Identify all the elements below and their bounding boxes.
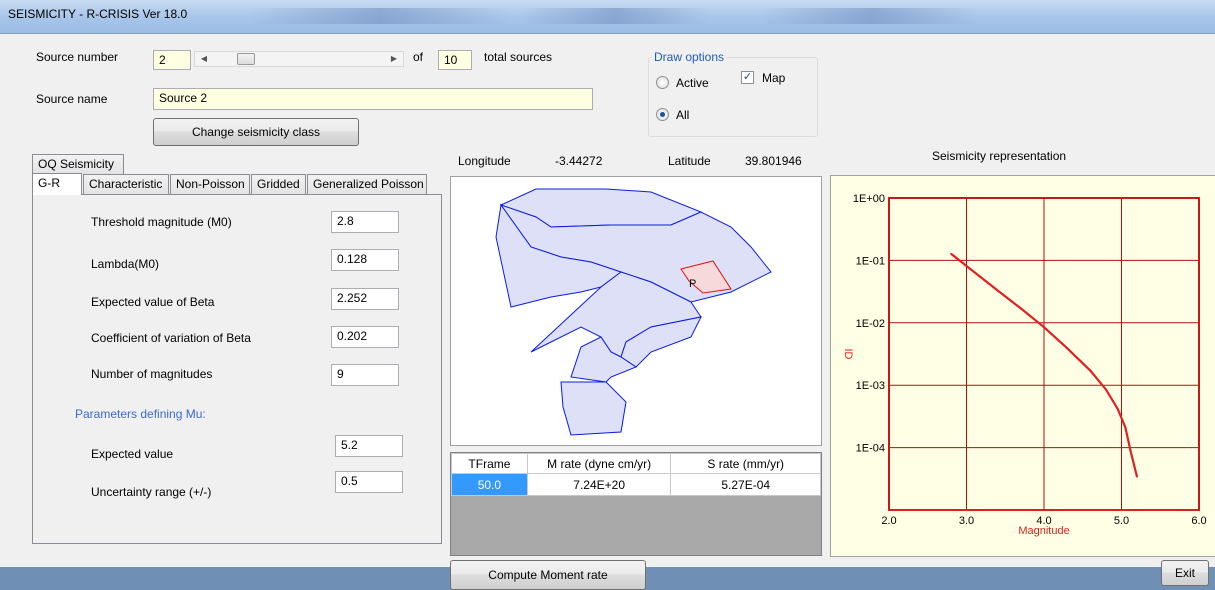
lambda-label: Lambda(M0) (91, 257, 160, 271)
source-map[interactable]: P (450, 176, 822, 446)
tab-generalized-poisson[interactable]: Generalized Poisson (307, 174, 427, 194)
window-title: SEISMICITY - R-CRISIS Ver 18.0 (8, 7, 188, 21)
source-number-field[interactable]: 2 (153, 50, 191, 70)
of-label: of (413, 50, 424, 64)
map-source-polygon (560, 381, 627, 436)
change-seismicity-class-button[interactable]: Change seismicity class (153, 118, 359, 146)
client-area: Source number 2 ◀ ▶ of 10 total sources … (8, 34, 1215, 590)
beta-cov-field[interactable]: 0.202 (331, 326, 399, 348)
mu-parameters-header: Parameters defining Mu: (75, 407, 206, 421)
y-tick-label: 1E-04 (856, 443, 885, 455)
source-number-label: Source number (36, 50, 119, 64)
table-header-row: TFrame M rate (dyne cm/yr) S rate (mm/yr… (451, 453, 821, 474)
y-tick-label: 1E-01 (856, 255, 885, 267)
draw-options-title: Draw options (652, 50, 727, 64)
total-sources-label: total sources (484, 50, 553, 64)
draw-options-group (648, 57, 818, 137)
latitude-label: Latitude (668, 154, 711, 168)
exit-button[interactable]: Exit (1161, 560, 1209, 586)
chart-title: Seismicity representation (932, 149, 1067, 163)
y-tick-label: 1E-02 (856, 318, 885, 330)
beta-cov-label: Coefficient of variation of Beta (91, 331, 251, 345)
data-point (950, 252, 952, 255)
active-source-marker: P (689, 278, 696, 290)
title-bar-blur (760, 8, 980, 24)
data-point (973, 271, 976, 273)
cell-tframe[interactable]: 50.0 (451, 473, 528, 496)
data-point (1124, 426, 1127, 429)
seismicity-chart-panel: 2.0 3.0 4.0 5.0 6.0 1E+00 1E-01 1E-02 1E-03 1E-04… (830, 175, 1215, 557)
data-point (1043, 326, 1045, 329)
threshold-magnitude-field[interactable]: 2.8 (331, 211, 399, 233)
col-m-rate[interactable]: M rate (dyne cm/yr) (526, 453, 672, 474)
longitude-value: -3.44272 (555, 154, 603, 168)
title-bar[interactable]: SEISMICITY - R-CRISIS Ver 18.0 (0, 0, 1215, 34)
y-axis-label: ID (842, 349, 854, 360)
data-point (1105, 388, 1107, 391)
lambda-field[interactable]: 0.128 (331, 249, 399, 271)
source-scrollbar[interactable]: ◀ ▶ (194, 51, 404, 67)
active-radio[interactable] (656, 76, 669, 89)
table-row[interactable]: 50.0 7.24E+20 5.27E-04 (451, 473, 821, 496)
mu-expected-label: Expected value (91, 447, 174, 461)
g-r-tab-panel: Threshold magnitude (M0) 2.8 Lambda(M0) … (32, 194, 442, 544)
source-name-input[interactable]: Source 2 (153, 88, 593, 110)
seismicity-window: SEISMICITY - R-CRISIS Ver 18.0 Source nu… (0, 0, 1215, 590)
data-point (1089, 370, 1092, 372)
threshold-magnitude-label: Threshold magnitude (M0) (91, 215, 232, 229)
tab-gridded[interactable]: Gridded (251, 174, 306, 194)
col-tframe[interactable]: TFrame (451, 453, 528, 474)
data-point (1066, 347, 1069, 350)
data-point (1116, 407, 1119, 410)
map-checkbox-label: Map (762, 71, 786, 85)
all-radio[interactable] (656, 108, 669, 121)
data-point (1019, 307, 1022, 310)
longitude-label: Longitude (458, 154, 511, 168)
title-bar-blur (250, 8, 510, 24)
cell-s-rate[interactable]: 5.27E-04 (670, 473, 821, 496)
map-checkbox[interactable]: ✓ (741, 71, 754, 84)
mu-expected-field[interactable]: 5.2 (335, 435, 403, 457)
scroll-left-icon[interactable]: ◀ (197, 53, 211, 65)
source-name-label: Source name (36, 92, 108, 106)
moment-rate-grid: TFrame M rate (dyne cm/yr) S rate (mm/yr… (451, 453, 821, 496)
data-point (996, 289, 999, 292)
number-magnitudes-label: Number of magnitudes (91, 367, 213, 381)
number-magnitudes-field[interactable]: 9 (331, 364, 399, 386)
x-tick-label: 5.0 (1114, 515, 1129, 527)
seismicity-chart: 2.0 3.0 4.0 5.0 6.01E+001E-011E-021E-031E-04… (842, 193, 1207, 537)
data-point (1136, 476, 1138, 478)
active-radio-label: Active (676, 76, 709, 90)
total-sources-field: 10 (438, 50, 472, 70)
x-tick-label: 3.0 (959, 515, 974, 527)
title-bar-blur (520, 8, 710, 24)
all-radio-label: All (676, 108, 690, 122)
scroll-thumb[interactable] (237, 53, 255, 65)
tab-characteristic[interactable]: Characteristic (83, 174, 169, 194)
beta-label: Expected value of Beta (91, 295, 215, 309)
x-tick-label: 2.0 (881, 515, 896, 527)
compute-moment-rate-button[interactable]: Compute Moment rate (450, 560, 646, 590)
tab-non-poisson[interactable]: Non-Poisson (170, 174, 250, 194)
data-point (1130, 451, 1132, 453)
mu-uncertainty-field[interactable]: 0.5 (335, 471, 403, 493)
source-map-canvas: P (495, 188, 772, 436)
tab-oq-seismicity[interactable]: OQ Seismicity (32, 154, 124, 174)
tab-g-r[interactable]: G-R (32, 173, 82, 195)
beta-field[interactable]: 2.252 (331, 288, 399, 310)
col-s-rate[interactable]: S rate (mm/yr) (670, 453, 821, 474)
cell-m-rate[interactable]: 7.24E+20 (526, 473, 672, 496)
y-tick-label: 1E+00 (853, 193, 885, 205)
latitude-value: 39.801946 (745, 154, 802, 168)
x-axis-label: Magnitude (1018, 525, 1069, 537)
scroll-right-icon[interactable]: ▶ (387, 53, 401, 65)
moment-rate-table[interactable]: TFrame M rate (dyne cm/yr) S rate (mm/yr… (450, 452, 822, 556)
y-tick-label: 1E-03 (856, 380, 885, 392)
x-tick-label: 6.0 (1191, 515, 1206, 527)
mu-uncertainty-label: Uncertainty range (+/-) (91, 485, 212, 499)
